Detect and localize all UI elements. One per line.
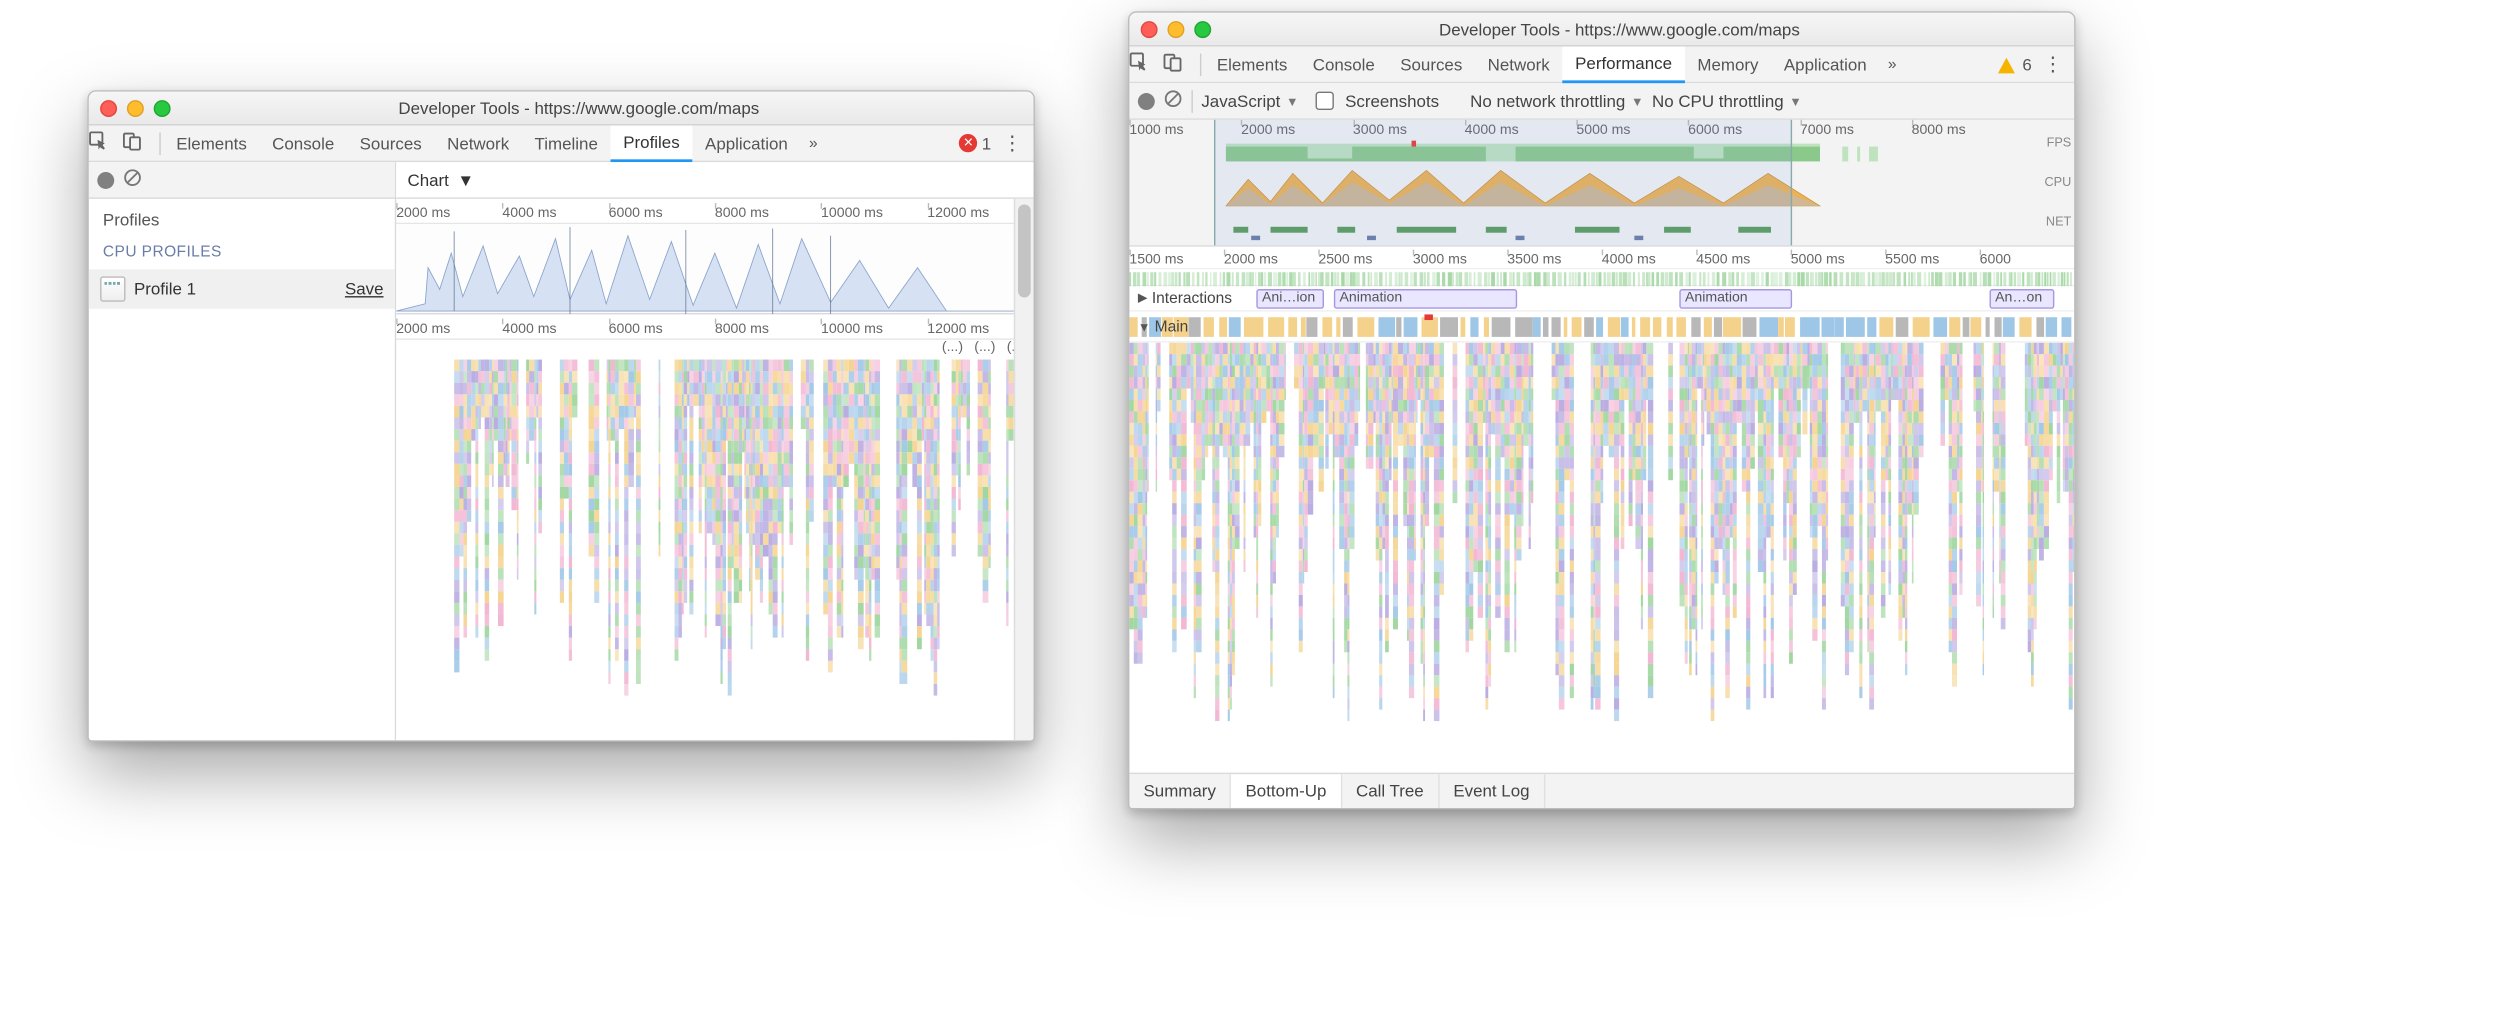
- flame-chart[interactable]: [396, 360, 1033, 741]
- device-toggle-icon[interactable]: [123, 131, 157, 155]
- save-profile-link[interactable]: Save: [345, 279, 384, 299]
- detail-axis: 1500 ms2000 ms2500 ms3000 ms3500 ms4000 …: [1129, 247, 2074, 270]
- animation-segment[interactable]: An…on: [1990, 289, 2055, 309]
- window-titlebar[interactable]: Developer Tools - https://www.google.com…: [1129, 13, 2074, 47]
- tab-sources[interactable]: Sources: [1388, 47, 1475, 82]
- profiles-sidebar: Profiles CPU PROFILES Profile 1 Save: [89, 162, 396, 740]
- devtools-tabbar: Elements Console Sources Network Perform…: [1129, 47, 2074, 84]
- error-icon: ✕: [959, 134, 977, 152]
- tab-console[interactable]: Console: [259, 125, 346, 160]
- kebab-menu-icon[interactable]: ⋮: [2032, 52, 2074, 76]
- chevron-down-icon: ▼: [457, 170, 474, 190]
- track-label: Main: [1155, 318, 1189, 335]
- overview-row-labels: FPS CPU NET: [2044, 123, 2071, 241]
- tab-timeline[interactable]: Timeline: [522, 125, 611, 160]
- record-button[interactable]: [97, 171, 114, 188]
- sidebar-section: CPU PROFILES: [89, 238, 395, 269]
- performance-overview[interactable]: 1000 ms2000 ms3000 ms4000 ms5000 ms6000 …: [1129, 120, 2074, 247]
- scrollbar-thumb[interactable]: [1018, 204, 1031, 297]
- error-count-badge[interactable]: ✕ 1: [959, 133, 991, 153]
- animation-segment[interactable]: Ani…ion: [1256, 289, 1324, 309]
- close-icon[interactable]: [1141, 20, 1158, 37]
- tab-application[interactable]: Application: [692, 125, 800, 160]
- tab-profiles[interactable]: Profiles: [611, 125, 693, 162]
- screenshots-label: Screenshots: [1345, 91, 1439, 111]
- cpu-overview-chart[interactable]: [396, 224, 1033, 314]
- tab-call-tree[interactable]: Call Tree: [1342, 774, 1439, 808]
- tab-overflow-icon[interactable]: »: [1879, 56, 1905, 73]
- collapse-icon[interactable]: ▼: [1138, 319, 1151, 333]
- close-icon[interactable]: [100, 99, 117, 116]
- window-titlebar[interactable]: Developer Tools - https://www.google.com…: [89, 92, 1034, 126]
- detail-axis: 2000 ms4000 ms6000 ms8000 ms10000 ms1200…: [396, 314, 1033, 339]
- inspect-icon[interactable]: [89, 131, 123, 155]
- overview-selection[interactable]: [1214, 120, 1792, 245]
- view-mode-dropdown[interactable]: Chart ▼: [396, 162, 1033, 199]
- zoom-icon[interactable]: [154, 99, 171, 116]
- record-button[interactable]: [1138, 92, 1155, 109]
- tab-performance[interactable]: Performance: [1562, 47, 1684, 84]
- warning-icon: [1998, 58, 2015, 74]
- devtools-window-performance: Developer Tools - https://www.google.com…: [1128, 11, 2076, 809]
- track-label: Interactions: [1152, 290, 1232, 307]
- tab-event-log[interactable]: Event Log: [1439, 774, 1545, 808]
- inspect-icon[interactable]: [1129, 52, 1163, 76]
- cpu-throttle-dropdown[interactable]: No CPU throttling▼: [1652, 91, 1802, 111]
- tab-application[interactable]: Application: [1771, 47, 1879, 82]
- overview-axis: 2000 ms4000 ms6000 ms8000 ms10000 ms1200…: [396, 199, 1033, 224]
- main-flame-chart[interactable]: [1129, 343, 2074, 774]
- network-throttle-dropdown[interactable]: No network throttling▼: [1470, 91, 1643, 111]
- profile-icon: [100, 276, 125, 301]
- window-title: Developer Tools - https://www.google.com…: [1221, 19, 2074, 39]
- performance-toolbar: JavaScript▼ Screenshots No network throt…: [1129, 83, 2074, 120]
- summary-tabbar: Summary Bottom-Up Call Tree Event Log: [1129, 774, 2074, 808]
- clear-button[interactable]: [123, 168, 143, 192]
- tab-summary[interactable]: Summary: [1129, 774, 1231, 808]
- tab-elements[interactable]: Elements: [1204, 47, 1300, 82]
- devtools-window-profiles: Developer Tools - https://www.google.com…: [87, 90, 1035, 741]
- interactions-track[interactable]: ▶ Interactions Ani…ion Animation Animati…: [1129, 286, 2074, 311]
- kebab-menu-icon[interactable]: ⋮: [991, 131, 1033, 155]
- warning-count: 6: [2022, 54, 2031, 74]
- tab-elements[interactable]: Elements: [164, 125, 260, 160]
- profile-name: Profile 1: [134, 279, 196, 299]
- expand-icon[interactable]: ▶: [1138, 290, 1148, 306]
- tab-console[interactable]: Console: [1300, 47, 1387, 82]
- vertical-scrollbar[interactable]: [1014, 199, 1034, 740]
- window-title: Developer Tools - https://www.google.com…: [180, 98, 1033, 118]
- devtools-tabbar: Elements Console Sources Network Timelin…: [89, 125, 1034, 162]
- warning-count-badge[interactable]: 6: [1998, 54, 2032, 74]
- animation-segment[interactable]: Animation: [1334, 289, 1517, 309]
- animation-segment[interactable]: Animation: [1679, 289, 1792, 309]
- tab-bottom-up[interactable]: Bottom-Up: [1231, 773, 1341, 808]
- screenshots-checkbox[interactable]: [1315, 92, 1333, 110]
- profile-chart-pane: Chart ▼ 2000 ms4000 ms6000 ms8000 ms1000…: [396, 162, 1033, 740]
- tab-overflow-icon[interactable]: »: [801, 135, 827, 152]
- tab-sources[interactable]: Sources: [347, 125, 434, 160]
- category-dropdown[interactable]: JavaScript▼: [1201, 91, 1298, 111]
- clear-button[interactable]: [1163, 89, 1183, 113]
- tab-memory[interactable]: Memory: [1685, 47, 1771, 82]
- tab-network[interactable]: Network: [1475, 47, 1562, 82]
- error-count: 1: [982, 133, 991, 153]
- truncated-labels: (...)(...)(...): [396, 340, 1033, 360]
- view-mode-label: Chart: [407, 170, 448, 190]
- profile-list-item[interactable]: Profile 1 Save: [89, 269, 395, 308]
- tab-network[interactable]: Network: [434, 125, 521, 160]
- sidebar-heading: Profiles: [89, 199, 395, 238]
- frames-strip[interactable]: [1129, 269, 2074, 286]
- minimize-icon[interactable]: [127, 99, 144, 116]
- main-track-header[interactable]: ▼ Main: [1129, 312, 2074, 343]
- device-toggle-icon[interactable]: [1163, 52, 1197, 76]
- zoom-icon[interactable]: [1194, 20, 1211, 37]
- minimize-icon[interactable]: [1167, 20, 1184, 37]
- profiles-toolbar: [89, 162, 395, 199]
